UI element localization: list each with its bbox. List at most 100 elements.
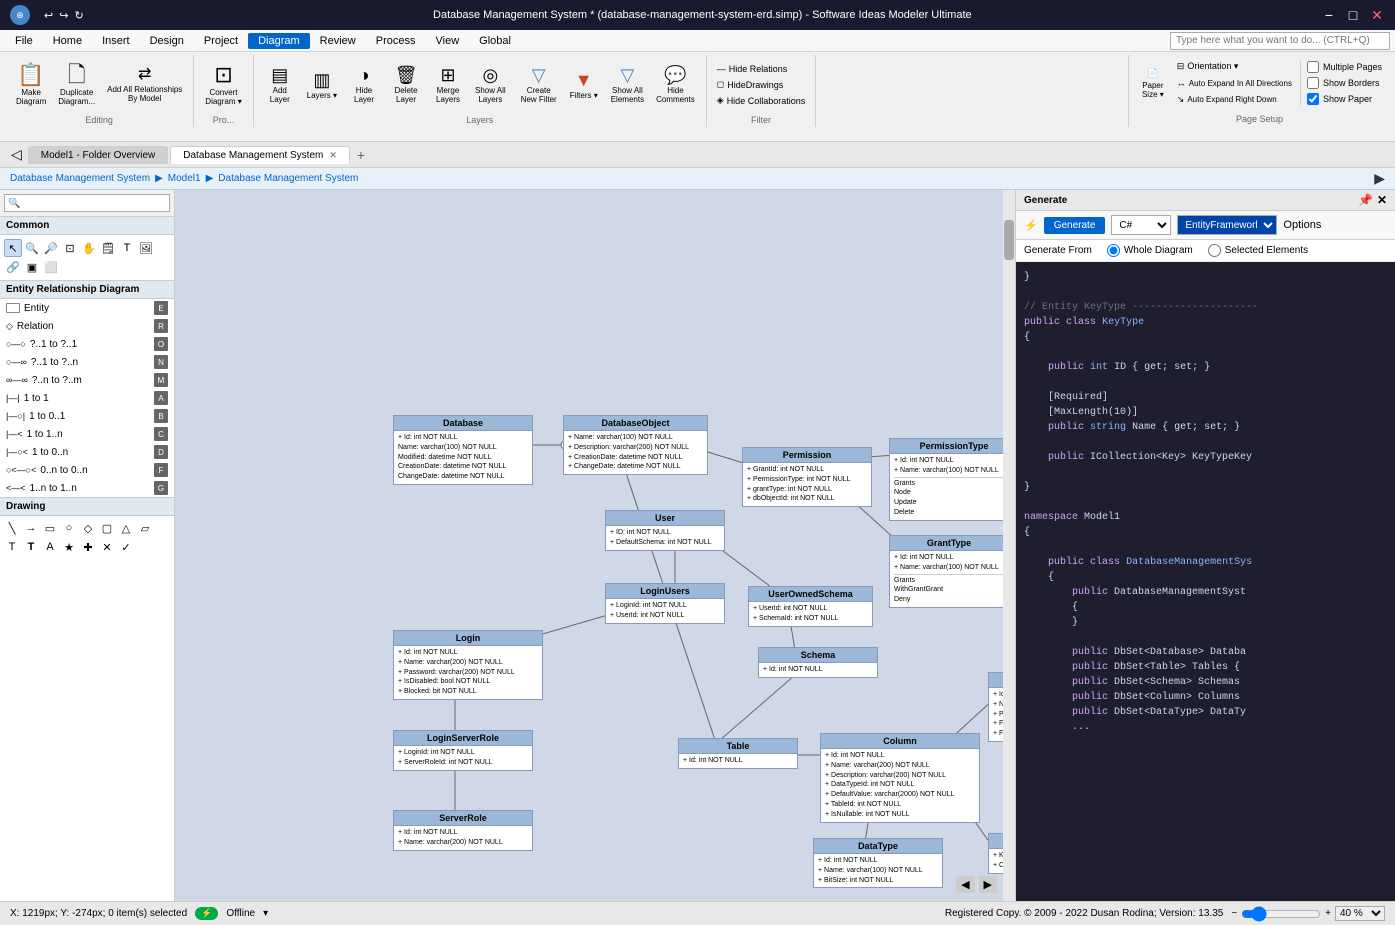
table-Column[interactable]: Column + Id: int NOT NULL + Name: varcha… — [820, 733, 980, 823]
erd-0nto0n[interactable]: ○<—○< 0..n to 0..n F — [0, 461, 174, 479]
hide-comments-button[interactable]: 💬 HideComments — [651, 57, 700, 113]
quick-access-1[interactable]: ↩ — [44, 9, 53, 22]
table-LoginUsers[interactable]: LoginUsers + LoginId: int NOT NULL + Use… — [605, 583, 725, 624]
canvas-right[interactable]: ▶ — [979, 876, 997, 893]
duplicate-diagram-button[interactable]: 🗋 DuplicateDiagram... — [53, 57, 100, 113]
menu-file[interactable]: File — [5, 33, 43, 49]
hide-drawings-button[interactable]: ◻ HideDrawings — [713, 77, 809, 92]
table-LoginServerRole[interactable]: LoginServerRole + LoginId: int NOT NULL … — [393, 730, 533, 771]
make-diagram-button[interactable]: 📋 MakeDiagram — [11, 57, 51, 113]
quick-access-3[interactable]: ↻ — [74, 9, 83, 22]
dropdown-arrow[interactable]: ▾ — [263, 908, 268, 919]
draw-plus[interactable]: ✚ — [79, 538, 97, 556]
table-User[interactable]: User + ID: int NOT NULL + DefaultSchema:… — [605, 510, 725, 551]
zoom-in-btn[interactable]: + — [1325, 908, 1331, 919]
table-Login[interactable]: Login + Id: int NOT NULL + Name: varchar… — [393, 630, 543, 700]
framework-select[interactable]: EntityFramework Dapper NHibernate — [1177, 215, 1277, 235]
auto-expand-right-button[interactable]: ↘ Auto Expand Right Down — [1173, 92, 1296, 107]
collapse-panel-icon[interactable]: ▶ — [1374, 170, 1385, 187]
hide-layer-button[interactable]: ◑ HideLayer — [344, 57, 384, 113]
whole-diagram-radio[interactable] — [1107, 244, 1120, 257]
menu-diagram[interactable]: Diagram — [248, 33, 310, 49]
show-borders-checkbox[interactable] — [1307, 77, 1319, 89]
tab-folder-overview[interactable]: Model1 - Folder Overview — [28, 146, 168, 164]
erd-1nto1n[interactable]: <—< 1..n to 1..n G — [0, 479, 174, 497]
erd-entity-item[interactable]: Entity E — [0, 299, 174, 317]
zoom-in-tool[interactable]: 🔍 — [23, 239, 41, 257]
menu-view[interactable]: View — [426, 33, 470, 49]
hand-tool[interactable]: ✋ — [80, 239, 98, 257]
show-paper-checkbox[interactable] — [1307, 93, 1319, 105]
whole-diagram-radio-label[interactable]: Whole Diagram — [1107, 244, 1193, 257]
hide-relations-button[interactable]: — Hide Relations — [713, 62, 809, 76]
language-select[interactable]: C# Java Python SQL — [1111, 215, 1171, 235]
convert-diagram-button[interactable]: ⊡ ConvertDiagram ▾ — [200, 57, 246, 113]
breadcrumb-part-2[interactable]: Model1 — [168, 173, 201, 184]
filters-button[interactable]: ▼ Filters ▾ — [564, 57, 604, 113]
draw-cross[interactable]: ✕ — [98, 538, 116, 556]
draw-font-a[interactable]: A — [41, 538, 59, 556]
auto-expand-all-button[interactable]: ↔ Auto Expand In All Directions — [1173, 76, 1296, 90]
draw-triangle[interactable]: △ — [117, 519, 135, 537]
nav-back-icon[interactable]: ◁ — [5, 146, 28, 163]
menu-design[interactable]: Design — [140, 33, 194, 49]
show-all-elements-button[interactable]: ▽ Show AllElements — [606, 57, 649, 113]
vertical-scrollbar[interactable] — [1003, 190, 1015, 901]
merge-layers-button[interactable]: ⊞ MergeLayers — [428, 57, 468, 113]
table-PermissionType[interactable]: PermissionType + Id: int NOT NULL + Name… — [889, 438, 1015, 521]
diagram-canvas[interactable]: Database + Id: int NOT NULL Name: varcha… — [175, 190, 1015, 901]
menu-process[interactable]: Process — [366, 33, 426, 49]
fit-tool[interactable]: ⊡ — [61, 239, 79, 257]
breadcrumb-part-1[interactable]: Database Management System — [10, 173, 150, 184]
draw-parallelogram[interactable]: ▱ — [136, 519, 154, 537]
zoom-slider[interactable] — [1241, 906, 1321, 922]
erd-1to1[interactable]: |—| 1 to 1 A — [0, 389, 174, 407]
draw-bold-t[interactable]: T — [22, 538, 40, 556]
menu-project[interactable]: Project — [194, 33, 248, 49]
menu-home[interactable]: Home — [43, 33, 92, 49]
win-min-button[interactable]: − — [1321, 7, 1337, 23]
menu-global[interactable]: Global — [469, 33, 521, 49]
image-tool[interactable]: 🖼 — [137, 239, 155, 257]
draw-text-t[interactable]: T — [3, 538, 21, 556]
table-Permission[interactable]: Permission + GrantId: int NOT NULL + Per… — [742, 447, 872, 507]
draw-diamond[interactable]: ◇ — [79, 519, 97, 537]
erd-relation-item[interactable]: ◇ Relation R — [0, 317, 174, 335]
canvas-left[interactable]: ◀ — [956, 876, 974, 893]
create-new-filter-button[interactable]: ▽ CreateNew Filter — [516, 57, 562, 113]
selected-elements-radio-label[interactable]: Selected Elements — [1208, 244, 1308, 257]
table-Database[interactable]: Database + Id: int NOT NULL Name: varcha… — [393, 415, 533, 485]
paper-size-button[interactable]: 📄 PaperSize ▾ — [1137, 65, 1169, 102]
zoom-select[interactable]: 40 % 50 % 75 % 100 % — [1335, 906, 1385, 921]
quick-access-2[interactable]: ↪ — [59, 9, 68, 22]
zoom-out-tool[interactable]: 🔎 — [42, 239, 60, 257]
group-tool[interactable]: ▣ — [23, 258, 41, 276]
multiple-pages-checkbox-label[interactable]: Multiple Pages — [1307, 61, 1382, 73]
add-layer-button[interactable]: ▤ AddLayer — [260, 57, 300, 113]
select-tool[interactable]: ↖ — [4, 239, 22, 257]
draw-check[interactable]: ✓ — [117, 538, 135, 556]
table-GrantType[interactable]: GrantType + Id: int NOT NULL + Name: var… — [889, 535, 1009, 608]
multiple-pages-checkbox[interactable] — [1307, 61, 1319, 73]
add-tab-button[interactable]: + — [352, 147, 370, 163]
sidebar-search-input[interactable] — [4, 194, 170, 212]
erd-1to01[interactable]: |—○| 1 to 0..1 B — [0, 407, 174, 425]
zoom-out-btn[interactable]: − — [1231, 908, 1237, 919]
selected-elements-radio[interactable] — [1208, 244, 1221, 257]
note-tool[interactable]: 🗒 — [99, 239, 117, 257]
add-all-relationships-button[interactable]: ⇄ Add All RelationshipsBy Model — [102, 57, 187, 113]
menu-review[interactable]: Review — [310, 33, 366, 49]
erd-ntom-opt[interactable]: ∞—∞ ?..n to ?..m M — [0, 371, 174, 389]
layers-button[interactable]: ▥ Layers ▾ — [302, 57, 342, 113]
table-Table[interactable]: Table + Id: int NOT NULL — [678, 738, 798, 769]
offline-label[interactable]: Offline — [226, 908, 255, 919]
erd-1to0n[interactable]: |—○< 1 to 0..n D — [0, 443, 174, 461]
delete-layer-button[interactable]: 🗑 DeleteLayer — [386, 57, 426, 113]
draw-arrow[interactable]: → — [22, 519, 40, 537]
generate-button[interactable]: Generate — [1044, 217, 1106, 234]
draw-line[interactable]: ╲ — [3, 519, 21, 537]
tab-database-management[interactable]: Database Management System ✕ — [170, 146, 350, 164]
panel-close-icon[interactable]: ✕ — [1377, 193, 1387, 207]
draw-star[interactable]: ★ — [60, 538, 78, 556]
show-borders-checkbox-label[interactable]: Show Borders — [1307, 77, 1382, 89]
